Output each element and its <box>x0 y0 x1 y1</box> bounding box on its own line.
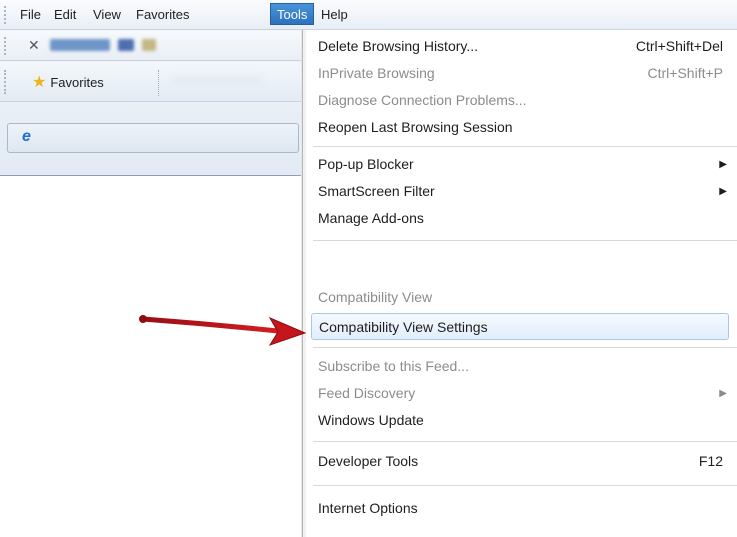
red-arrow-annotation <box>139 315 307 346</box>
